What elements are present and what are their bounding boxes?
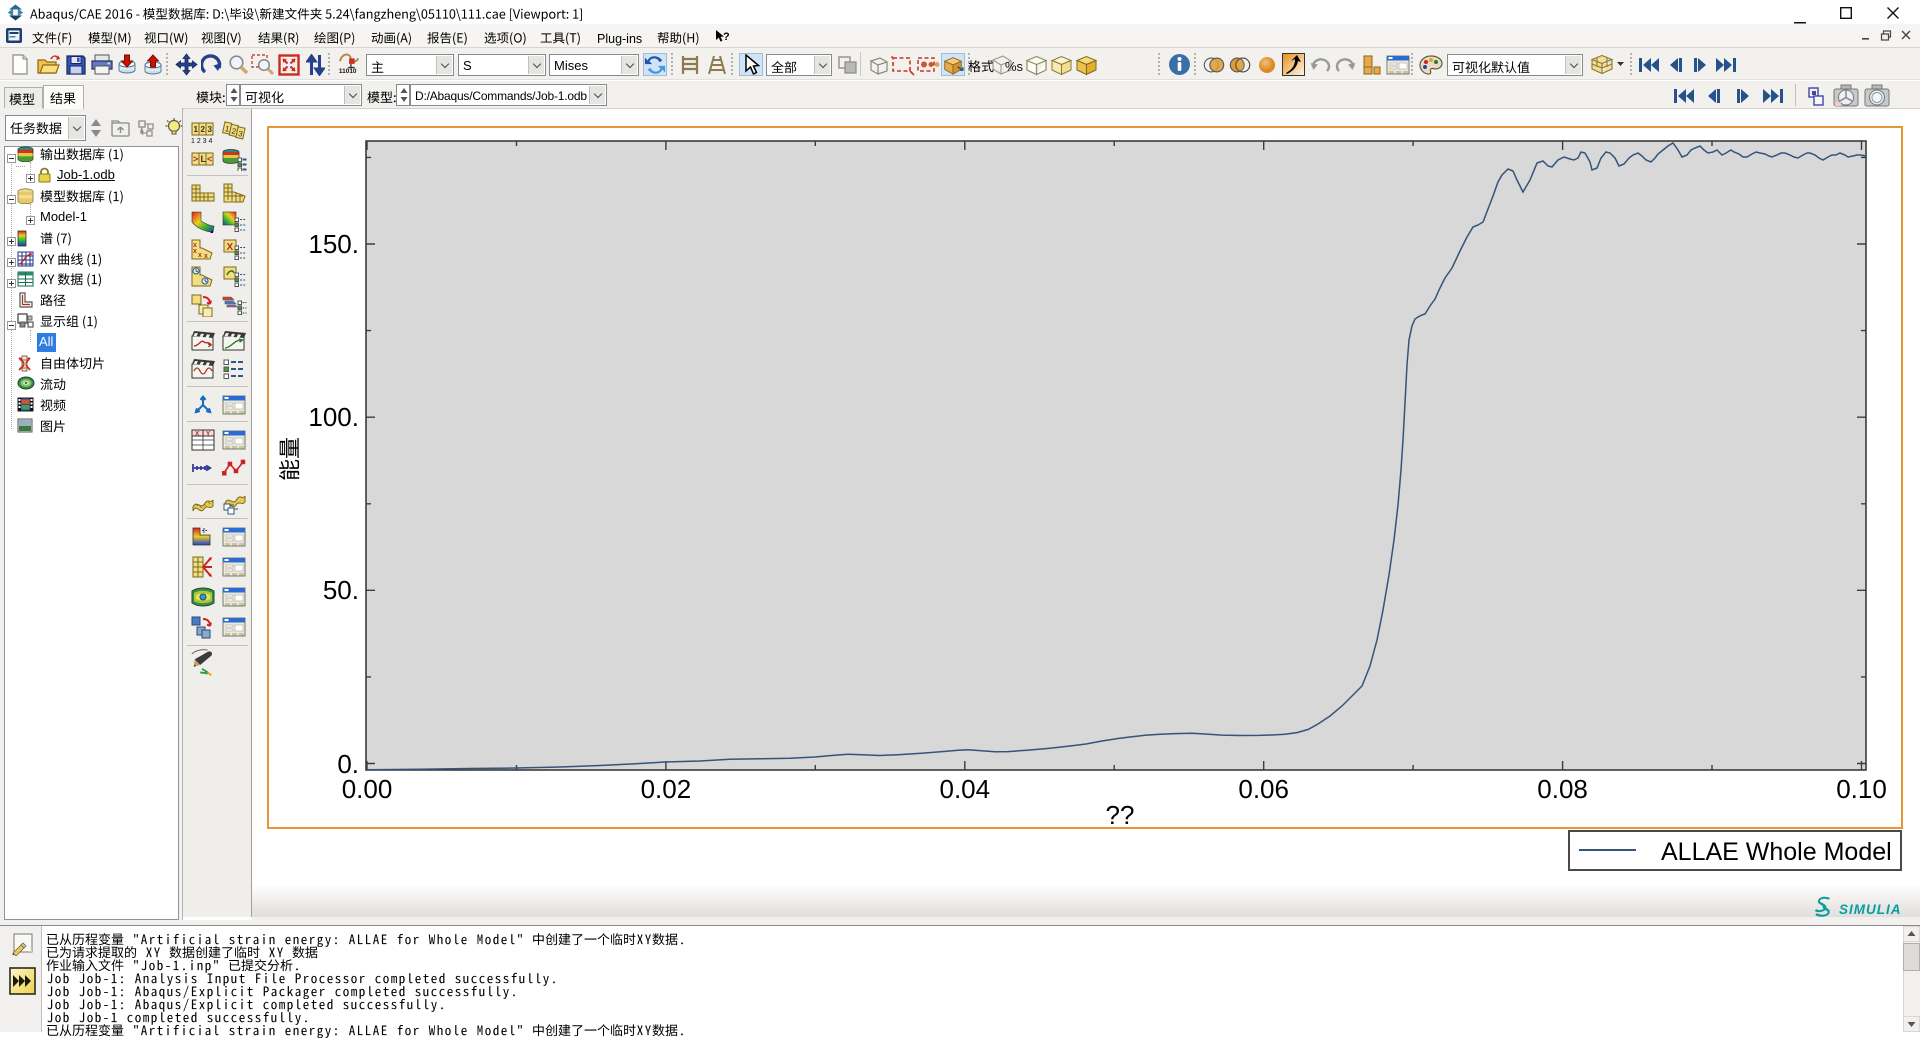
svg-text:L: L — [201, 154, 207, 164]
svg-text:X: X — [227, 242, 234, 253]
svg-text:x: x — [204, 253, 208, 260]
svg-text:>: > — [193, 154, 198, 164]
svg-text:X: X — [195, 431, 200, 438]
svg-text:Y: Y — [206, 431, 211, 438]
svg-text:1 2 3 4: 1 2 3 4 — [191, 138, 213, 144]
svg-text:<: < — [207, 154, 212, 164]
svg-text:2: 2 — [201, 125, 206, 134]
svg-text:SIMULIA: SIMULIA — [1839, 902, 1902, 917]
svg-text:x: x — [193, 248, 197, 255]
svg-text:11010: 11010 — [339, 68, 357, 75]
svg-text:x: x — [198, 252, 202, 259]
svg-text:1: 1 — [194, 125, 199, 134]
svg-text:?: ? — [723, 31, 730, 43]
svg-text:3: 3 — [208, 125, 213, 134]
